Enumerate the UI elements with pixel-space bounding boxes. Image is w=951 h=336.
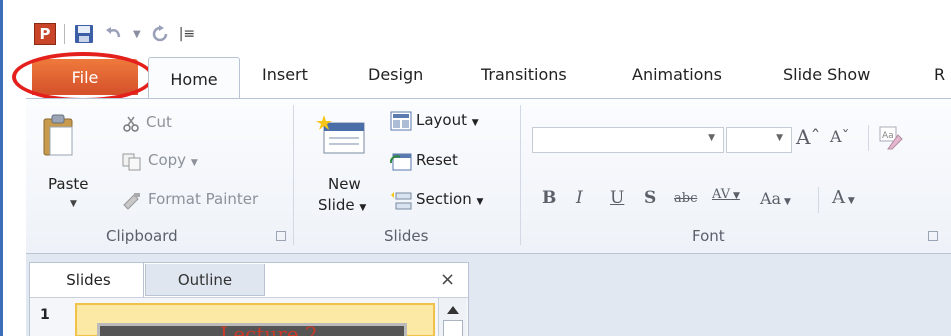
font-divider xyxy=(868,125,869,151)
tab-review-partial[interactable]: R xyxy=(934,65,945,84)
copy-dropdown-icon[interactable]: ▼ xyxy=(191,158,198,168)
font-color-label: A xyxy=(832,187,845,208)
slide-label: Slide xyxy=(318,196,355,214)
vertical-scrollbar[interactable] xyxy=(438,298,466,336)
redo-icon[interactable] xyxy=(149,23,171,45)
tab-animations[interactable]: Animations xyxy=(632,65,722,84)
window-border xyxy=(0,0,3,336)
powerpoint-logo-icon[interactable]: P xyxy=(34,23,56,45)
tab-slides[interactable]: Slides xyxy=(34,263,144,297)
slide-number: 1 xyxy=(40,307,50,323)
clear-formatting-icon[interactable]: Aa xyxy=(878,125,904,155)
quick-access-toolbar: P ▼ |≡ xyxy=(34,20,195,48)
undo-icon[interactable] xyxy=(103,23,125,45)
change-case-label: Aa xyxy=(760,189,782,208)
workspace: Slides Outline × 1 Lecture 2 xyxy=(26,254,951,336)
reset-button[interactable]: Reset xyxy=(416,151,458,169)
grow-font-button[interactable]: Aˆ xyxy=(796,125,820,149)
clipboard-group-label: Clipboard xyxy=(106,227,178,245)
scissors-icon xyxy=(122,115,140,137)
group-divider xyxy=(293,105,294,245)
tab-home[interactable]: Home xyxy=(148,57,240,100)
case-dropdown-icon[interactable]: ▼ xyxy=(781,197,791,207)
font-color-dropdown-icon[interactable]: ▼ xyxy=(845,196,855,206)
group-divider xyxy=(520,105,521,245)
tab-design[interactable]: Design xyxy=(368,65,423,84)
reset-icon xyxy=(389,151,412,175)
slides-outline-pane: Slides Outline × 1 Lecture 2 xyxy=(29,262,469,336)
tab-outline[interactable]: Outline xyxy=(145,264,265,296)
format-painter-icon xyxy=(120,191,142,215)
tab-insert[interactable]: Insert xyxy=(262,65,308,84)
new-slide-button[interactable]: Slide ▼ xyxy=(318,196,366,214)
slide-thumbnail[interactable]: Lecture 2 xyxy=(75,303,435,336)
new-slide-dropdown-icon[interactable]: ▼ xyxy=(359,203,366,213)
font-name-input[interactable]: ▼ xyxy=(532,127,724,153)
clipboard-launcher-icon[interactable] xyxy=(276,231,286,241)
layout-icon xyxy=(390,111,412,135)
font-size-dropdown-icon[interactable]: ▼ xyxy=(776,133,783,143)
copy-button[interactable]: Copy ▼ xyxy=(148,151,198,169)
font-divider xyxy=(818,187,819,213)
paste-button[interactable]: Paste xyxy=(48,175,89,193)
layout-label: Layout xyxy=(416,111,467,129)
undo-dropdown-icon[interactable]: ▼ xyxy=(133,29,141,40)
tab-slide-show[interactable]: Slide Show xyxy=(783,65,870,84)
format-painter-button[interactable]: Format Painter xyxy=(148,190,258,208)
paste-dropdown-icon[interactable]: ▼ xyxy=(70,199,77,209)
paste-icon[interactable] xyxy=(42,113,76,163)
spacing-dropdown-icon[interactable]: ▼ xyxy=(730,191,740,201)
section-label: Section xyxy=(416,190,472,208)
cut-button[interactable]: Cut xyxy=(146,113,172,131)
italic-button[interactable]: I xyxy=(576,188,583,208)
font-launcher-icon[interactable] xyxy=(928,231,938,241)
change-case-button[interactable]: Aa ▼ xyxy=(760,189,791,208)
font-color-button[interactable]: A ▼ xyxy=(832,187,855,208)
layout-dropdown-icon[interactable]: ▼ xyxy=(472,118,479,128)
character-spacing-button[interactable]: AV ▼ xyxy=(712,187,740,202)
shrink-font-button[interactable]: Aˇ xyxy=(830,127,850,146)
section-dropdown-icon[interactable]: ▼ xyxy=(477,197,484,207)
copy-icon xyxy=(122,153,142,175)
powerpoint-window: P ▼ |≡ File Home Insert Design Transitio… xyxy=(0,0,951,336)
layout-button[interactable]: Layout ▼ xyxy=(416,111,479,129)
text-shadow-button[interactable]: S xyxy=(644,188,656,208)
scroll-up-arrow-icon[interactable] xyxy=(447,306,459,314)
section-icon xyxy=(390,191,412,215)
svg-text:Aa: Aa xyxy=(882,131,894,141)
font-size-input[interactable]: ▼ xyxy=(726,127,792,153)
new-slide-icon[interactable] xyxy=(316,113,368,161)
ribbon-home: Paste ▼ Cut Copy ▼ Format Painter Clipbo… xyxy=(26,98,951,254)
slide-thumbnail-title: Lecture 2 xyxy=(220,323,318,336)
tab-transitions[interactable]: Transitions xyxy=(481,65,567,84)
font-name-dropdown-icon[interactable]: ▼ xyxy=(708,133,715,143)
tab-file[interactable]: File xyxy=(32,59,138,95)
slide-preview: Lecture 2 xyxy=(97,323,407,336)
slides-group-label: Slides xyxy=(384,227,429,245)
save-icon[interactable] xyxy=(73,23,95,45)
strikethrough-button[interactable]: abc xyxy=(674,191,697,206)
underline-button[interactable]: U xyxy=(610,188,624,208)
bold-button[interactable]: B xyxy=(542,188,556,208)
section-button[interactable]: Section ▼ xyxy=(416,190,483,208)
scroll-thumb[interactable] xyxy=(443,320,463,336)
font-group-label: Font xyxy=(692,227,725,245)
toolbar-divider xyxy=(64,24,65,44)
ribbon-tabs: File Home Insert Design Transitions Anim… xyxy=(0,52,951,102)
copy-label: Copy xyxy=(148,151,187,169)
close-icon[interactable]: × xyxy=(440,269,455,290)
new-slide-label[interactable]: New xyxy=(328,175,361,193)
character-spacing-label: AV xyxy=(712,187,731,202)
customize-toolbar-icon[interactable]: |≡ xyxy=(179,26,195,42)
